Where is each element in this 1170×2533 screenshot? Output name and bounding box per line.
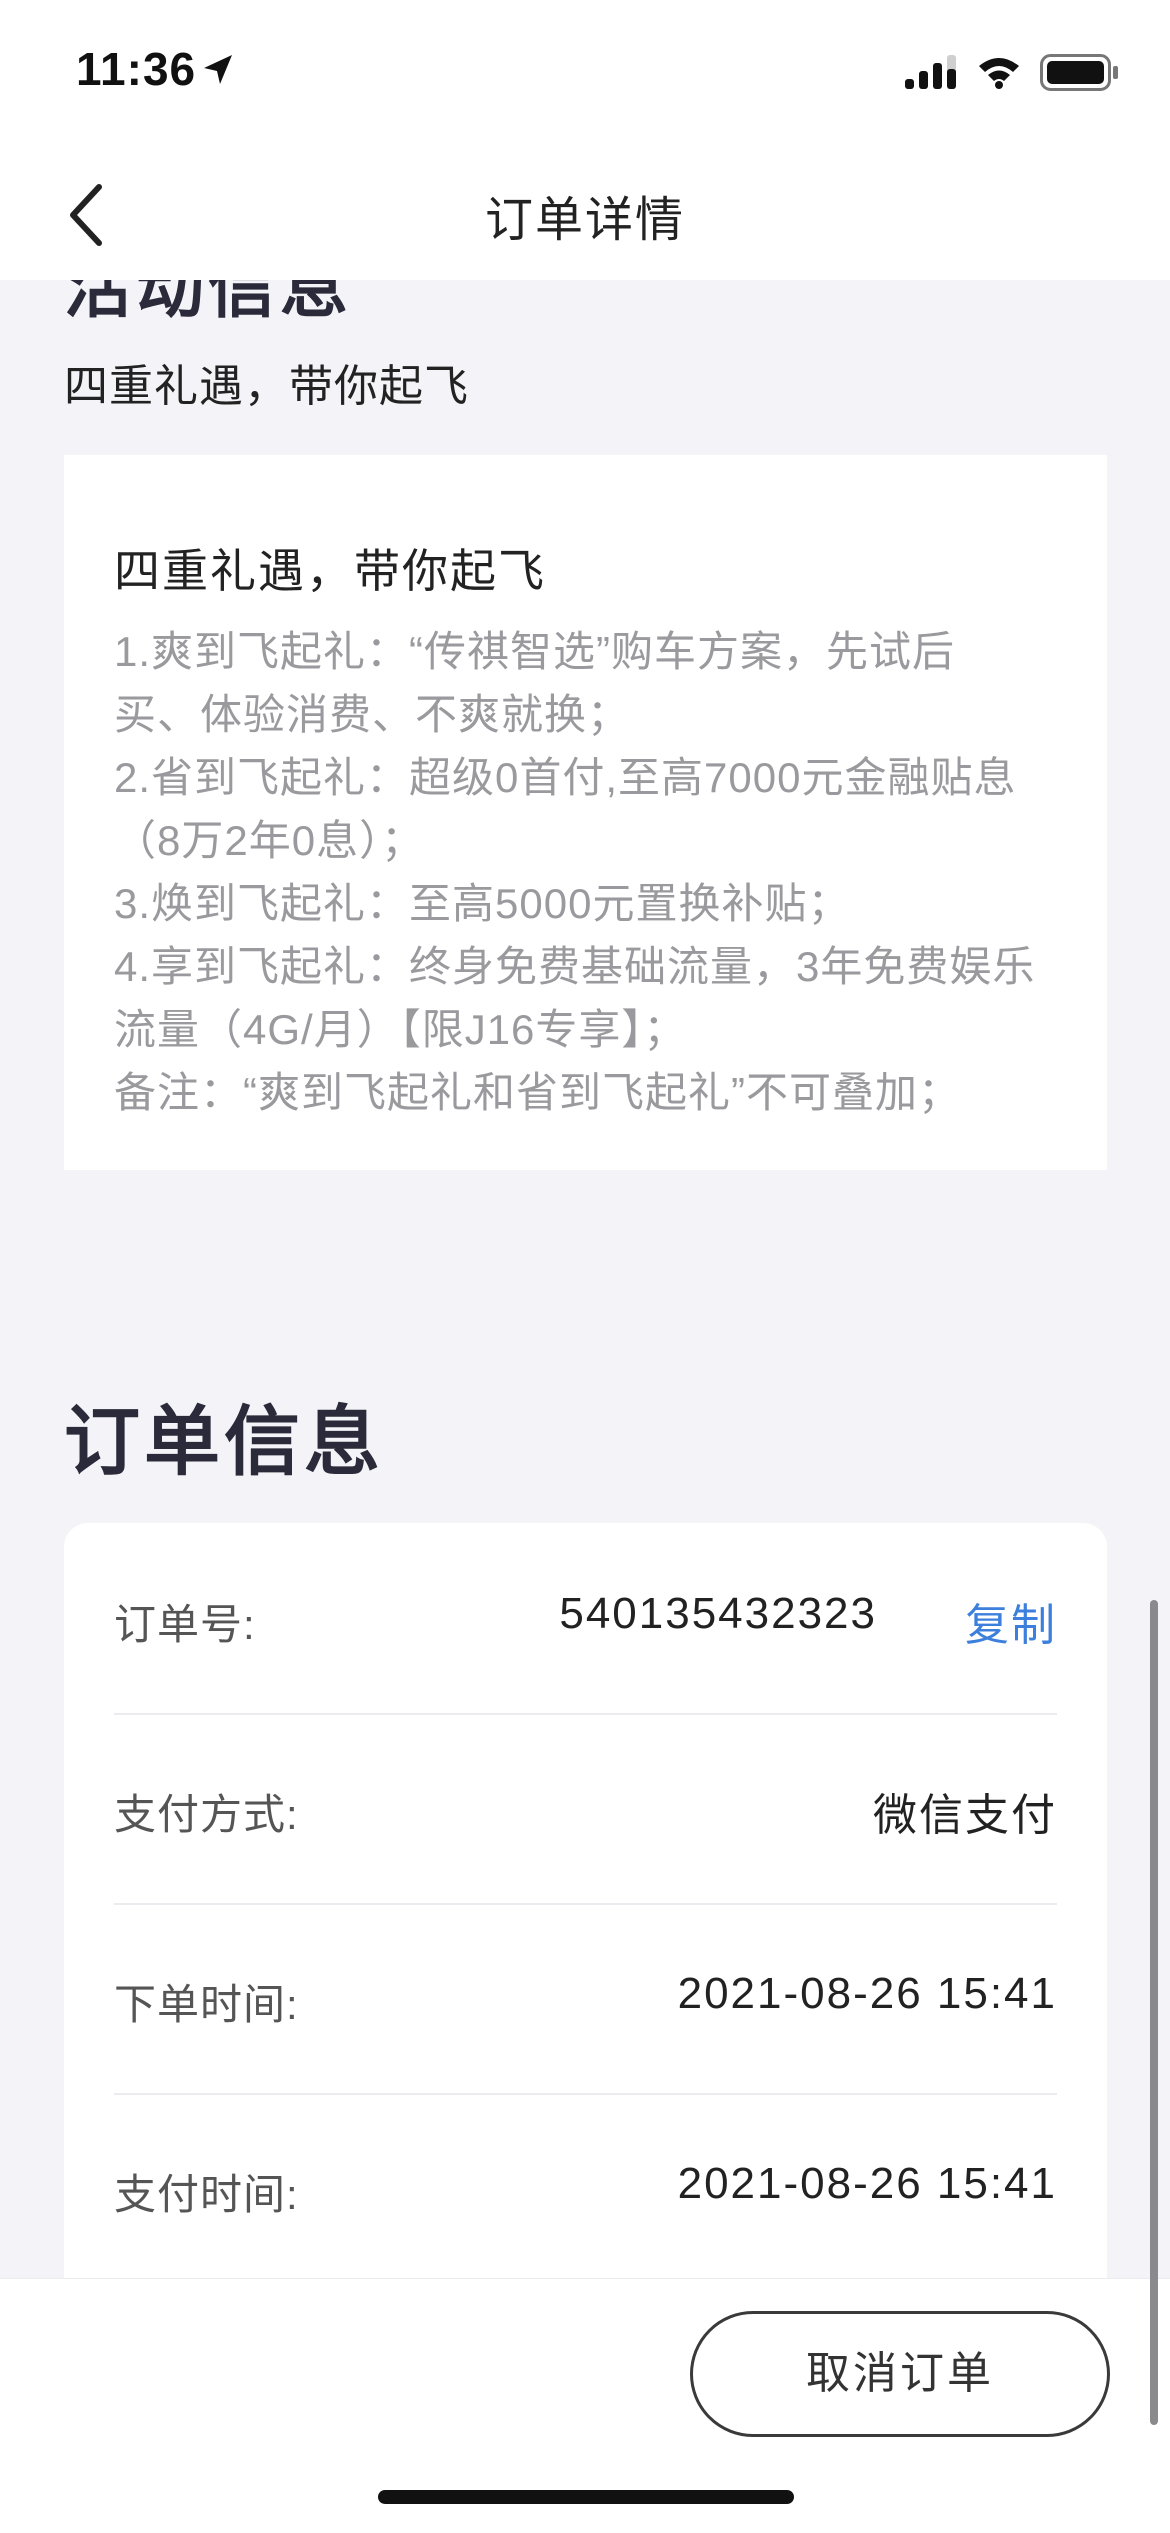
order-time-label: 下单时间: (114, 1981, 299, 2028)
location-arrow-icon (204, 55, 232, 84)
payment-time-value: 2021-08-26 15:41 (677, 2159, 1057, 2208)
promo-line: 备注：“爽到飞起礼和省到飞起礼”不可叠加； (114, 1069, 961, 1116)
battery-icon (1040, 54, 1118, 91)
order-time-value: 2021-08-26 15:41 (677, 1969, 1057, 2018)
payment-method-label: 支付方式: (114, 1791, 299, 1838)
promo-line: 1.爽到飞起礼：“传祺智选”购车方案，先试后 (114, 628, 956, 675)
promo-line: 4.享到飞起礼：终身免费基础流量，3年免费娱乐 (114, 943, 1036, 990)
order-time-row: 下单时间: 2021-08-26 15:41 (114, 1903, 1057, 2093)
signal-icon (905, 55, 956, 89)
order-info-card: 订单号: 540135432323 复制 支付方式: 微信支付 下单时间: 20… (64, 1523, 1107, 2278)
promo-card: 四重礼遇，带你起飞 1.爽到飞起礼：“传祺智选”购车方案，先试后 买、体验消费、… (64, 455, 1107, 1170)
copy-button[interactable]: 复制 (965, 1589, 1057, 1653)
promo-line: 流量（4G/月）【限J16专享】； (114, 1006, 687, 1053)
promo-subtitle: 四重礼遇，带你起飞 (64, 362, 469, 411)
promo-line: 2.省到飞起礼：超级0首付,至高7000元金融贴息 (114, 754, 1017, 801)
promo-line: （8万2年0息）； (114, 817, 425, 864)
payment-method-row: 支付方式: 微信支付 (114, 1713, 1057, 1903)
order-number-label: 订单号: (114, 1601, 256, 1648)
nav-bar: 订单详情 (0, 150, 1170, 280)
order-number-row: 订单号: 540135432323 复制 (114, 1523, 1057, 1713)
payment-time-label: 支付时间: (114, 2171, 299, 2218)
wifi-icon (979, 58, 1019, 89)
payment-method-value: 微信支付 (873, 1791, 1057, 1840)
status-time: 11:36 (76, 43, 197, 95)
promo-details: 1.爽到飞起礼：“传祺智选”购车方案，先试后 买、体验消费、不爽就换； 2.省到… (114, 620, 1074, 1124)
scrollbar[interactable] (1150, 1600, 1158, 2425)
payment-time-row: 支付时间: 2021-08-26 15:41 (114, 2093, 1057, 2278)
home-indicator[interactable] (378, 2490, 794, 2504)
order-number-value: 540135432323 (559, 1589, 877, 1638)
page-title: 订单详情 (484, 194, 685, 247)
order-info-heading: 订单信息 (64, 1400, 384, 1485)
status-bar: 11:36 (0, 0, 1170, 150)
scroll-content[interactable]: 活动信息 四重礼遇，带你起飞 四重礼遇，带你起飞 1.爽到飞起礼：“传祺智选”购… (0, 280, 1170, 2278)
cancel-order-button[interactable]: 取消订单 (690, 2311, 1110, 2437)
promo-card-title: 四重礼遇，带你起飞 (114, 545, 546, 597)
promo-line: 3.焕到飞起礼：至高5000元置换补贴； (114, 880, 851, 927)
promo-line: 买、体验消费、不爽就换； (114, 691, 631, 738)
promo-section-heading: 活动信息 (64, 280, 353, 326)
